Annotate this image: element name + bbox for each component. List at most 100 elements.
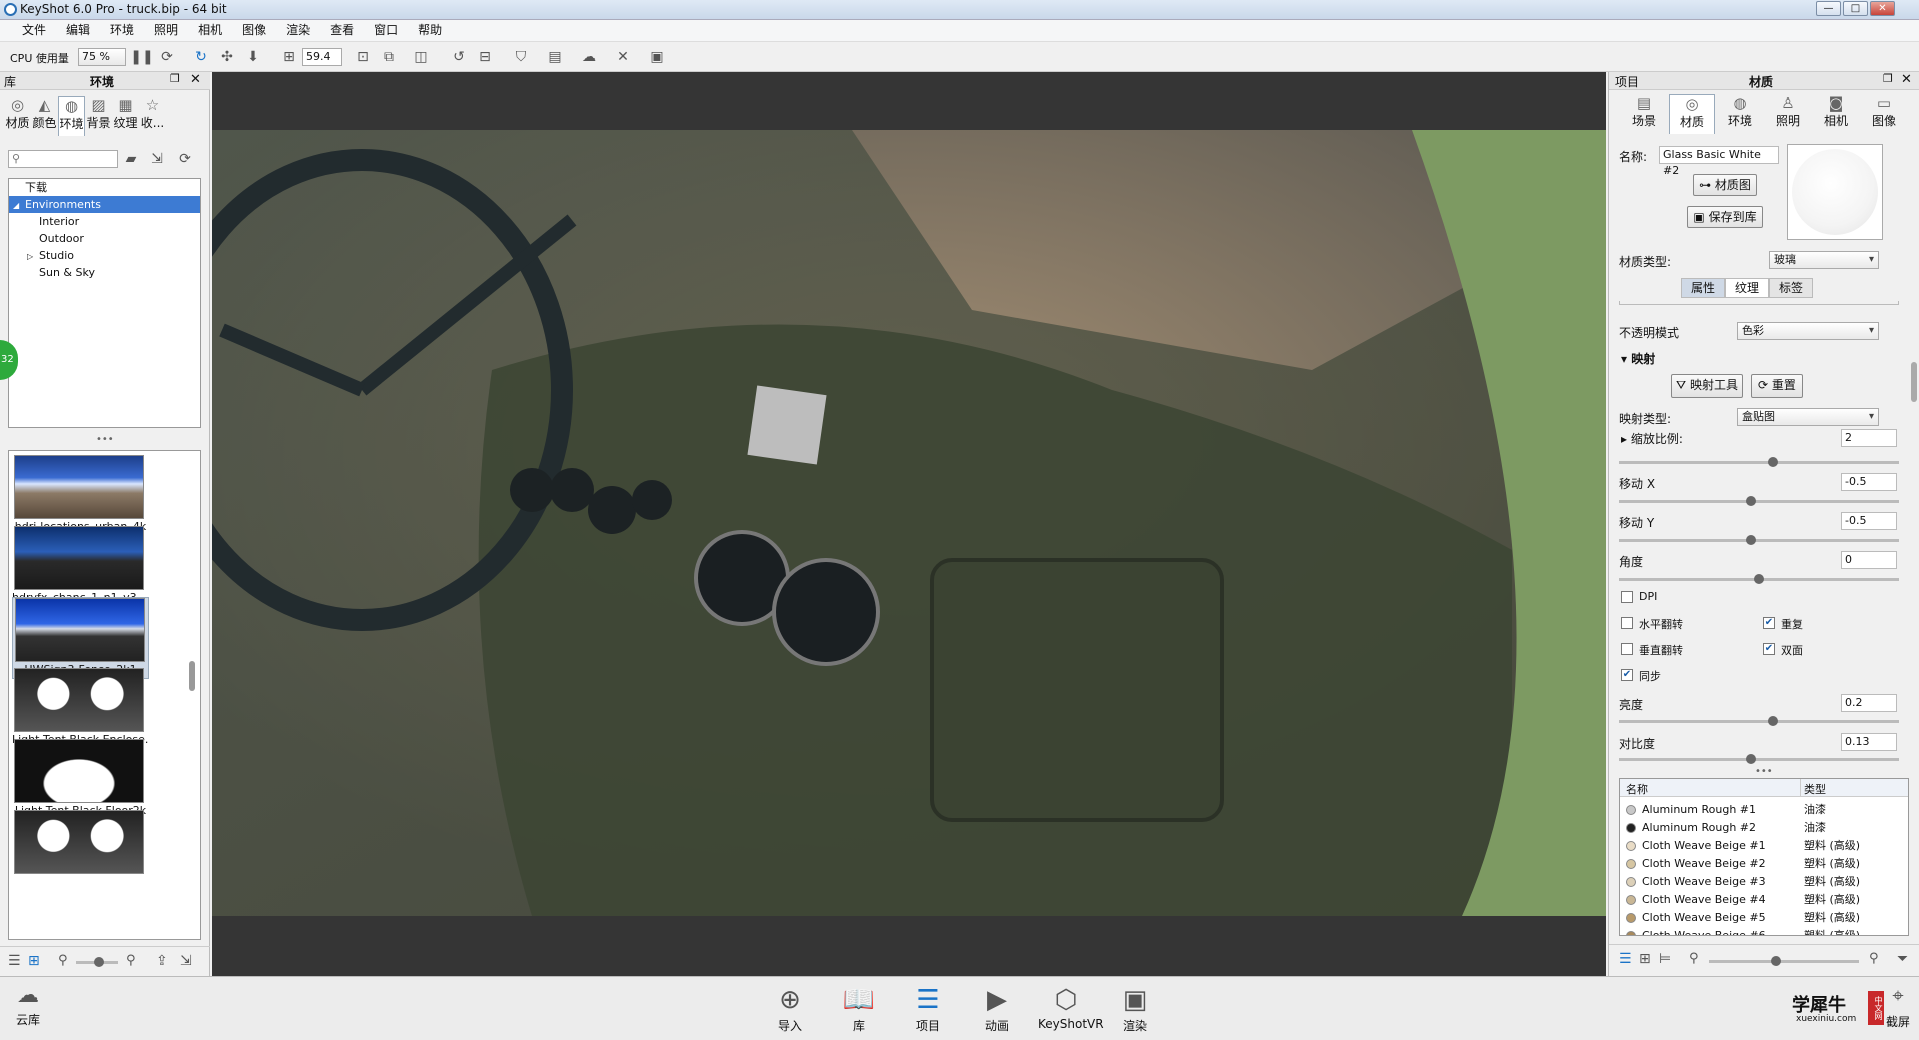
environment-thumbnail[interactable]: HWSign3-Fence_2k1 <box>12 597 149 679</box>
move-x-slider-knob[interactable] <box>1745 496 1756 506</box>
scale-slider-knob[interactable] <box>1768 457 1778 467</box>
tree-item[interactable]: Interior <box>9 213 200 230</box>
menu-item[interactable]: 窗口 <box>364 20 408 41</box>
angle-input[interactable]: 0 <box>1841 551 1897 569</box>
menu-item[interactable]: 环境 <box>100 20 144 41</box>
fit-view-icon[interactable]: ✣ <box>218 48 236 66</box>
properties-scrollbar[interactable] <box>1911 362 1917 402</box>
tab-favorite[interactable]: ☆ 收... <box>139 96 166 136</box>
undock-icon[interactable]: ❐ <box>170 72 180 85</box>
refresh-performance-icon[interactable]: ⟳ <box>158 48 176 66</box>
camera-frame-icon[interactable]: ◫ <box>412 48 430 66</box>
animation-play-button[interactable]: ▶ 动画 <box>969 983 1025 1034</box>
repeat-checkbox[interactable]: ✔ <box>1763 617 1775 629</box>
environment-thumbnail[interactable]: Light Tent Black Floor2k <box>12 739 149 819</box>
keyshotvr-cube-button[interactable]: ⬡ KeyShotVR <box>1038 983 1104 1031</box>
thumbnail-size-slider[interactable] <box>76 957 118 967</box>
refresh-library-icon[interactable]: ⟳ <box>176 150 194 168</box>
tab-material[interactable]: ◎ 材质 <box>1669 94 1715 134</box>
tab-background[interactable]: ▨ 背景 <box>85 96 112 136</box>
rotate-view-icon[interactable]: ↺ <box>450 48 468 66</box>
field-of-view-icon[interactable]: ⊞ <box>280 48 298 66</box>
scale-label[interactable]: ▸ 缩放比例: <box>1621 430 1683 447</box>
import-button[interactable]: ⊕ 导入 <box>762 983 818 1034</box>
region-render-icon[interactable]: ⊡ <box>354 48 372 66</box>
minimize-button[interactable]: — <box>1816 1 1841 16</box>
move-x-slider[interactable] <box>1619 496 1899 506</box>
scale-slider[interactable] <box>1619 457 1899 467</box>
name-column-header[interactable]: 名称 <box>1626 781 1648 797</box>
brightness-slider[interactable] <box>1619 716 1899 726</box>
library-search-input[interactable]: ⚲ <box>8 150 118 168</box>
material-row[interactable]: Cloth Weave Beige #6 塑料 (高级) <box>1620 927 1908 935</box>
double-sided-checkbox[interactable]: ✔ <box>1763 643 1775 655</box>
tree-item[interactable]: Outdoor <box>9 230 200 247</box>
tab-material[interactable]: ◎ 材质 <box>4 96 31 136</box>
opacity-mode-dropdown[interactable]: 色彩 <box>1737 322 1879 340</box>
preview-size-knob[interactable] <box>1771 956 1781 966</box>
tab-scene[interactable]: ▤ 场景 <box>1621 94 1667 134</box>
close-button[interactable]: ✕ <box>1870 1 1895 16</box>
move-y-input[interactable]: -0.5 <box>1841 512 1897 530</box>
tab-texture[interactable]: ▦ 纹理 <box>112 96 139 136</box>
material-name-input[interactable]: Glass Basic White #2 <box>1659 146 1779 177</box>
environment-thumbnail[interactable] <box>12 810 149 890</box>
upload-icon[interactable]: ⇪ <box>156 953 168 969</box>
horizontal-flip-checkbox[interactable] <box>1621 617 1633 629</box>
environment-thumbnail[interactable]: hdri-locations_urban_4k <box>12 455 149 535</box>
menu-item[interactable]: 照明 <box>144 20 188 41</box>
mapping-type-dropdown[interactable]: 盒贴图 <box>1737 408 1879 426</box>
filter-icon[interactable]: ⏷ <box>1897 951 1908 967</box>
zoom-in-icon[interactable]: ⚲ <box>1869 951 1879 966</box>
zoom-out-icon[interactable]: ⚲ <box>58 953 68 968</box>
tab-properties[interactable]: 属性 <box>1681 278 1725 298</box>
presentation-mode-icon[interactable]: ▤ <box>546 48 564 66</box>
move-x-input[interactable]: -0.5 <box>1841 473 1897 491</box>
close-panel-icon[interactable]: ✕ <box>1901 72 1912 87</box>
environment-thumbnail[interactable]: hdrvfx_chanc_1_n1_v3_... <box>12 526 149 606</box>
material-row[interactable]: Cloth Weave Beige #5 塑料 (高级) <box>1620 909 1908 927</box>
lock-view-icon[interactable]: ⊟ <box>476 48 494 66</box>
render-viewport[interactable] <box>212 72 1606 976</box>
material-row[interactable]: Aluminum Rough #1 油漆 <box>1620 801 1908 819</box>
script-console-icon[interactable]: ▣ <box>648 48 666 66</box>
transform-icon[interactable]: ✕ <box>614 48 632 66</box>
type-column-header[interactable]: 类型 <box>1804 781 1826 797</box>
tree-item[interactable]: ◢ Environments <box>9 196 200 213</box>
material-preview[interactable] <box>1787 144 1883 240</box>
brightness-slider-knob[interactable] <box>1768 716 1778 726</box>
splitter-handle[interactable]: ••• <box>1755 766 1773 777</box>
thumbnail-size-knob[interactable] <box>94 957 104 967</box>
crop-icon[interactable]: ⧉ <box>380 48 398 66</box>
pause-icon[interactable]: ❚❚ <box>130 48 153 66</box>
performance-mode-icon[interactable]: ⛉ <box>512 48 530 66</box>
screenshot-button[interactable]: ⌖ 截屏 <box>1880 983 1916 1030</box>
angle-slider[interactable] <box>1619 574 1899 584</box>
project-list-button[interactable]: ☰ 项目 <box>900 983 956 1034</box>
geometry-view-icon[interactable]: ☁ <box>580 48 598 66</box>
scale-input[interactable]: 2 <box>1841 429 1897 447</box>
tab-textures[interactable]: 纹理 <box>1725 278 1769 298</box>
menu-item[interactable]: 相机 <box>188 20 232 41</box>
reset-button[interactable]: ⟳ 重置 <box>1751 374 1803 398</box>
download-folder-icon[interactable]: ⇲ <box>180 953 192 969</box>
cloud-library-button[interactable]: ☁ 云库 <box>8 983 48 1028</box>
grid-view-icon[interactable]: ⊞ <box>28 953 40 969</box>
library-book-button[interactable]: 📖 库 <box>831 983 887 1034</box>
list-view-icon[interactable]: ☰ <box>8 953 21 969</box>
tree-item[interactable]: Sun & Sky <box>9 264 200 281</box>
zoom-out-icon[interactable]: ⚲ <box>1689 951 1699 966</box>
zoom-in-icon[interactable]: ⚲ <box>126 953 136 968</box>
tab-labels[interactable]: 标签 <box>1769 278 1813 298</box>
material-row[interactable]: Cloth Weave Beige #2 塑料 (高级) <box>1620 855 1908 873</box>
material-row[interactable]: Cloth Weave Beige #1 塑料 (高级) <box>1620 837 1908 855</box>
import-folder-icon[interactable]: ⇲ <box>148 150 166 168</box>
list-view-icon[interactable]: ☰ <box>1619 951 1632 967</box>
reset-view-icon[interactable]: ↻ <box>192 48 210 66</box>
dpi-checkbox[interactable] <box>1621 591 1633 603</box>
menu-item[interactable]: 查看 <box>320 20 364 41</box>
close-panel-icon[interactable]: ✕ <box>190 72 201 87</box>
material-graph-button[interactable]: ⊶ 材质图 <box>1693 174 1757 196</box>
tree-view-icon[interactable]: ⊨ <box>1659 951 1671 967</box>
mapping-tool-button[interactable]: ⛛ 映射工具 <box>1671 374 1743 398</box>
